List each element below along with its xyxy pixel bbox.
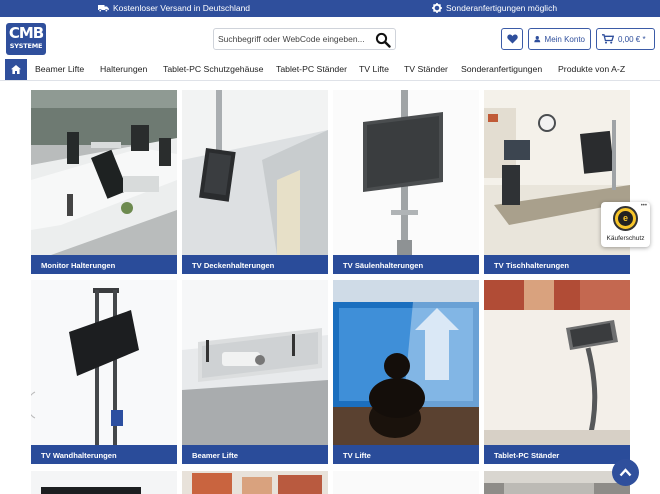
category-card-tv-wandhalterungen[interactable]: TV Wandhalterungen [31, 280, 177, 465]
category-card-partial[interactable] [484, 471, 630, 494]
category-label: TV Wandhalterungen [31, 445, 177, 464]
cart-icon [602, 34, 614, 44]
category-card-monitor-halterungen[interactable]: Monitor Halterungen [31, 90, 177, 275]
wishlist-button[interactable] [501, 28, 523, 50]
shipping-text: Kostenloser Versand in Deutschland [113, 3, 251, 13]
scroll-to-top-button[interactable] [612, 459, 639, 486]
cart-total: 0,00 € * [618, 34, 646, 44]
category-image [182, 280, 328, 445]
chevron-up-icon [619, 468, 632, 477]
category-label: TV Deckenhalterungen [182, 255, 328, 274]
buyer-protection-badge[interactable]: ••• e Käuferschutz [601, 202, 650, 247]
category-image [31, 90, 177, 255]
trust-seal-icon: e [613, 206, 638, 231]
nav-item-tablet-pc-staender[interactable]: Tablet-PC Ständer [276, 64, 347, 74]
nav-item-tablet-pc-schutzgehaeuse[interactable]: Tablet-PC Schutzgehäuse [163, 64, 263, 74]
custom-info: Sonderanfertigungen möglich [432, 3, 557, 13]
category-label: Monitor Halterungen [31, 255, 177, 274]
category-image [333, 90, 479, 255]
category-image [484, 280, 630, 445]
category-card-partial[interactable] [31, 471, 177, 494]
nav-item-beamer-lifte[interactable]: Beamer Lifte [35, 64, 84, 74]
logo-line2: SYSTEME [9, 42, 43, 50]
search-box [213, 28, 396, 50]
category-label: Tablet-PC Ständer [484, 445, 630, 464]
trust-seal-letter: e [618, 211, 633, 226]
shipping-info: Kostenloser Versand in Deutschland [98, 3, 250, 13]
nav-item-tv-lifte[interactable]: TV Lifte [359, 64, 389, 74]
category-card-tv-lifte[interactable]: TV Lifte [333, 280, 479, 465]
account-button[interactable]: Mein Konto [528, 28, 591, 50]
category-card-tablet-pc-staender[interactable]: Tablet-PC Ständer [484, 280, 630, 465]
site-logo[interactable]: CMB SYSTEME [6, 23, 46, 55]
cart-button[interactable]: 0,00 € * [596, 28, 655, 50]
more-icon: ••• [640, 203, 647, 209]
search-icon [375, 32, 391, 48]
site-header: CMB SYSTEME Mein Konto 0,00 € * [0, 17, 660, 59]
category-image [31, 280, 177, 445]
home-icon [11, 65, 21, 74]
category-image [182, 90, 328, 255]
main-nav: Beamer Lifte Halterungen Tablet-PC Schut… [0, 59, 660, 81]
category-card-tv-saeulenhalterungen[interactable]: TV Säulenhalterungen [333, 90, 479, 275]
nav-item-sonderanfertigungen[interactable]: Sonderanfertigungen [461, 64, 542, 74]
truck-icon [98, 5, 109, 12]
user-icon [534, 36, 541, 43]
logo-line1: CMB [8, 24, 44, 42]
nav-item-halterungen[interactable]: Halterungen [100, 64, 147, 74]
category-image [333, 280, 479, 445]
category-card-partial[interactable] [333, 471, 479, 494]
category-grid: Monitor Halterungen TV Deckenhalterungen [0, 81, 660, 494]
category-label: Beamer Lifte [182, 445, 328, 464]
category-card-partial[interactable] [182, 471, 328, 494]
top-info-bar: Kostenloser Versand in Deutschland Sonde… [0, 0, 660, 17]
category-label: TV Tischhalterungen [484, 255, 630, 274]
category-card-tv-tischhalterungen[interactable]: TV Tischhalterungen [484, 90, 630, 275]
category-label: TV Lifte [333, 445, 479, 464]
category-card-beamer-lifte[interactable]: Beamer Lifte [182, 280, 328, 465]
heart-icon [506, 34, 518, 44]
home-button[interactable] [5, 59, 27, 80]
search-button[interactable] [375, 32, 391, 48]
account-label: Mein Konto [544, 34, 585, 44]
buyer-protection-label: Käuferschutz [606, 235, 645, 242]
nav-item-produkte-a-z[interactable]: Produkte von A-Z [558, 64, 625, 74]
gear-icon [432, 3, 442, 13]
category-label: TV Säulenhalterungen [333, 255, 479, 274]
custom-text: Sonderanfertigungen möglich [446, 3, 558, 13]
category-card-tv-deckenhalterungen[interactable]: TV Deckenhalterungen [182, 90, 328, 275]
search-input[interactable] [218, 31, 368, 47]
nav-item-tv-staender[interactable]: TV Ständer [404, 64, 448, 74]
